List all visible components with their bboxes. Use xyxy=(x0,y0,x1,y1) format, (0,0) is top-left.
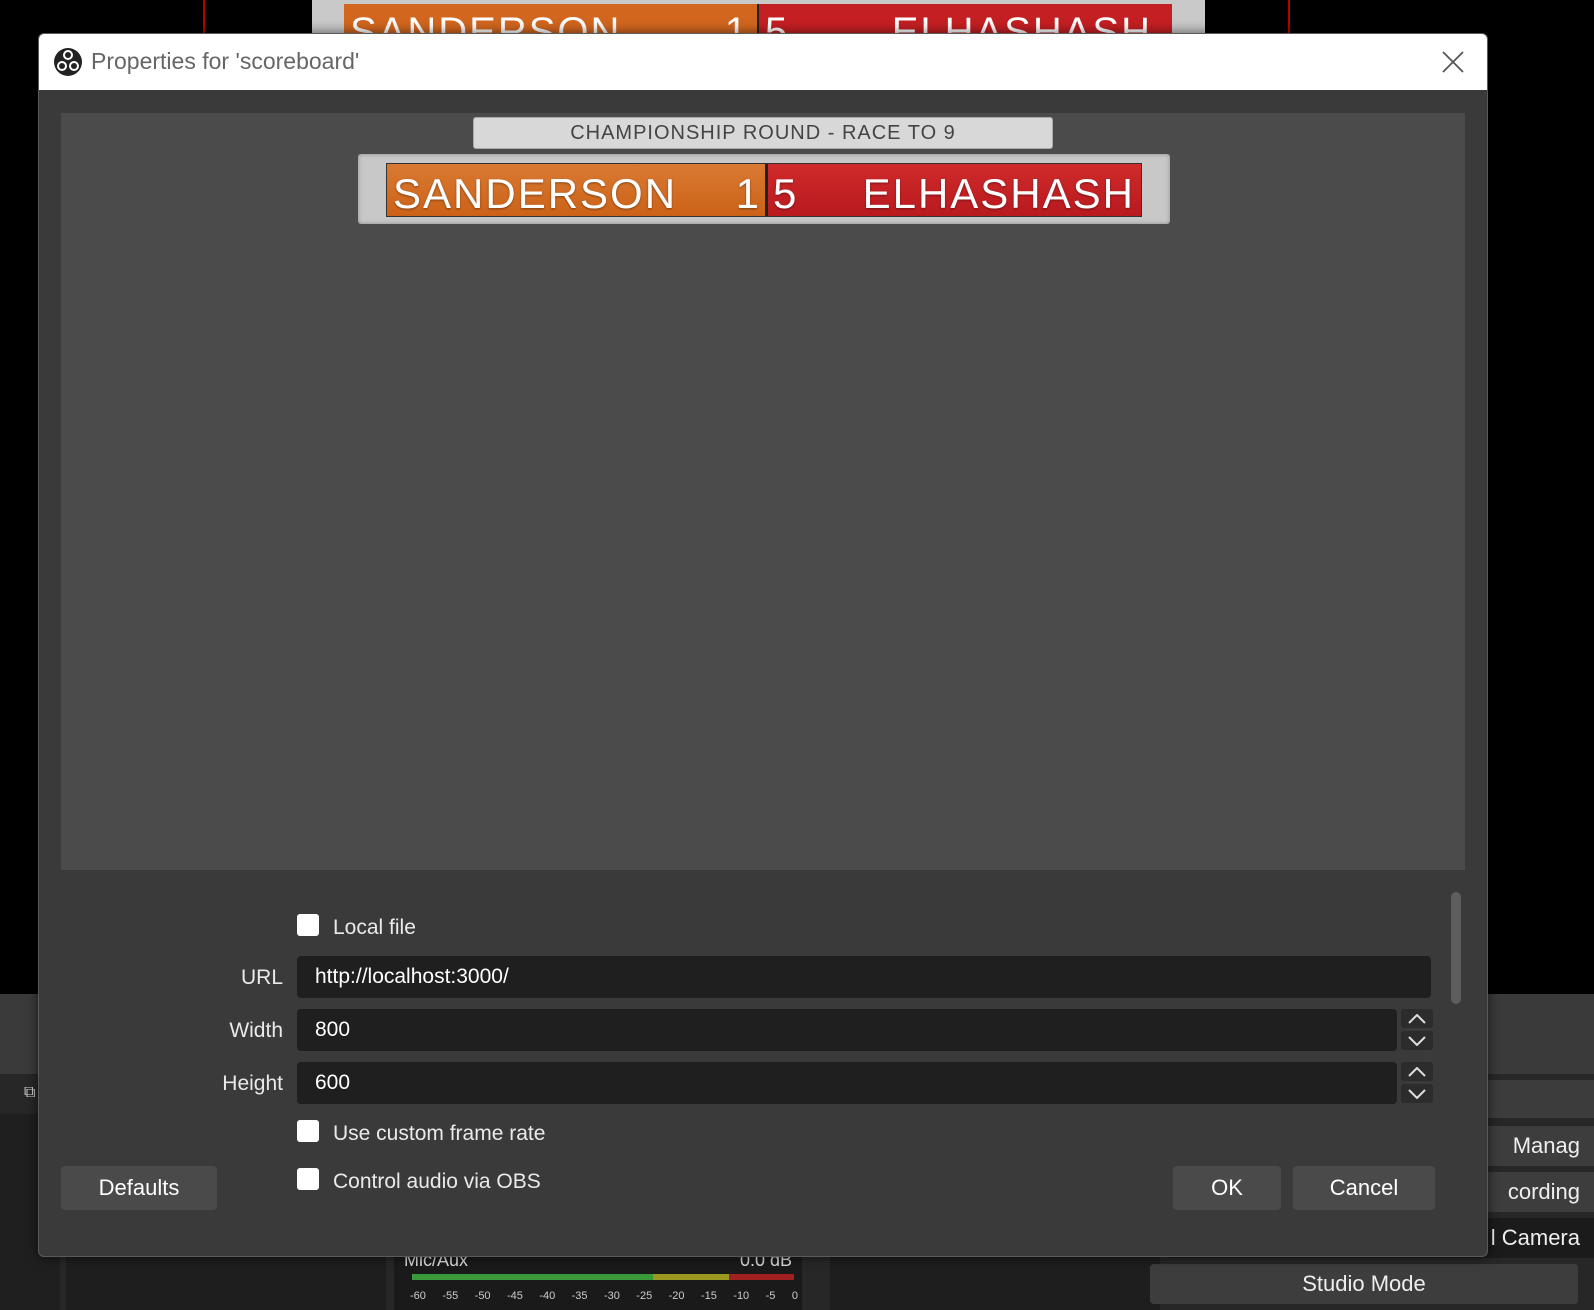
scoreboard-left-panel: SANDERSON 1 xyxy=(387,164,765,217)
custom-frame-rate-label: Use custom frame rate xyxy=(333,1122,546,1145)
left-player-score: 1 xyxy=(735,170,759,217)
volume-meter xyxy=(412,1274,794,1280)
control-audio-checkbox[interactable] xyxy=(297,1168,319,1190)
sources-dock xyxy=(66,1248,386,1310)
url-input[interactable]: http://localhost:3000/ xyxy=(297,956,1431,998)
dialog-title: Properties for 'scoreboard' xyxy=(91,48,360,74)
meter-tick-label: 0 xyxy=(791,1290,798,1302)
meter-tick-label: -40 xyxy=(539,1290,556,1302)
properties-dialog: Properties for 'scoreboard' CHAMPIONSHIP… xyxy=(38,33,1488,1257)
chevron-up-icon xyxy=(1408,1013,1426,1024)
chevron-up-icon xyxy=(1408,1066,1426,1077)
cancel-button[interactable]: Cancel xyxy=(1293,1166,1435,1210)
close-button[interactable] xyxy=(1433,44,1473,80)
height-label: Height xyxy=(222,1072,283,1095)
meter-tick-label: -25 xyxy=(636,1290,653,1302)
chevron-down-icon xyxy=(1408,1088,1426,1099)
meter-tick-label: -55 xyxy=(442,1290,459,1302)
meter-tick-label: -15 xyxy=(700,1290,717,1302)
local-file-label: Local file xyxy=(333,916,416,939)
scoreboard-right-panel: 5 ELHASHASH xyxy=(765,164,1141,217)
studio-mode-button[interactable]: Studio Mode xyxy=(1150,1264,1578,1304)
local-file-checkbox[interactable] xyxy=(297,914,319,936)
chevron-down-icon xyxy=(1408,1035,1426,1046)
meter-tick-label: -35 xyxy=(571,1290,588,1302)
height-spinner xyxy=(1401,1062,1433,1104)
height-input[interactable]: 600 xyxy=(297,1062,1397,1104)
dialog-titlebar: Properties for 'scoreboard' xyxy=(39,34,1487,90)
width-increment-button[interactable] xyxy=(1401,1009,1433,1028)
height-increment-button[interactable] xyxy=(1401,1062,1433,1081)
meter-tick-label: -50 xyxy=(474,1290,491,1302)
url-label: URL xyxy=(240,966,283,989)
width-label: Width xyxy=(229,1019,283,1042)
dock-float-icon[interactable]: ⧉ xyxy=(24,1084,35,1102)
source-preview: CHAMPIONSHIP ROUND - RACE TO 9 SANDERSON… xyxy=(61,113,1465,870)
transitions-dock xyxy=(830,1248,1160,1310)
scrollbar-thumb[interactable] xyxy=(1451,892,1461,1004)
meter-tick-label: -5 xyxy=(765,1290,776,1302)
width-input[interactable]: 800 xyxy=(297,1009,1397,1051)
obs-logo-icon xyxy=(54,48,82,76)
width-spinner xyxy=(1401,1009,1433,1051)
custom-frame-rate-checkbox[interactable] xyxy=(297,1120,319,1142)
close-icon xyxy=(1442,51,1464,73)
meter-tick-label: -30 xyxy=(603,1290,620,1302)
meter-tick-label: -10 xyxy=(733,1290,750,1302)
left-player-name: SANDERSON xyxy=(393,170,678,217)
width-decrement-button[interactable] xyxy=(1401,1031,1433,1050)
height-decrement-button[interactable] xyxy=(1401,1084,1433,1103)
scoreboard-header: CHAMPIONSHIP ROUND - RACE TO 9 xyxy=(473,117,1053,149)
ok-button[interactable]: OK xyxy=(1173,1166,1281,1210)
meter-tick-label: -45 xyxy=(506,1290,523,1302)
volume-meter-ticks: -60 -55 -50 -45 -40 -35 -30 -25 -20 -15 -10 -5 0 xyxy=(410,1290,798,1302)
control-audio-label: Control audio via OBS xyxy=(333,1170,541,1193)
meter-tick-label: -20 xyxy=(668,1290,685,1302)
meter-tick-label: -60 xyxy=(410,1290,426,1302)
defaults-button[interactable]: Defaults xyxy=(61,1166,217,1210)
right-player-name: ELHASHASH xyxy=(862,170,1135,217)
scoreboard: SANDERSON 1 5 ELHASHASH xyxy=(386,163,1142,217)
scoreboard-frame: SANDERSON 1 5 ELHASHASH xyxy=(358,154,1170,224)
properties-panel: Local file URL http://localhost:3000/ Wi… xyxy=(61,886,1465,1202)
properties-scrollbar[interactable] xyxy=(1451,892,1461,1192)
right-player-score: 5 xyxy=(773,170,797,217)
